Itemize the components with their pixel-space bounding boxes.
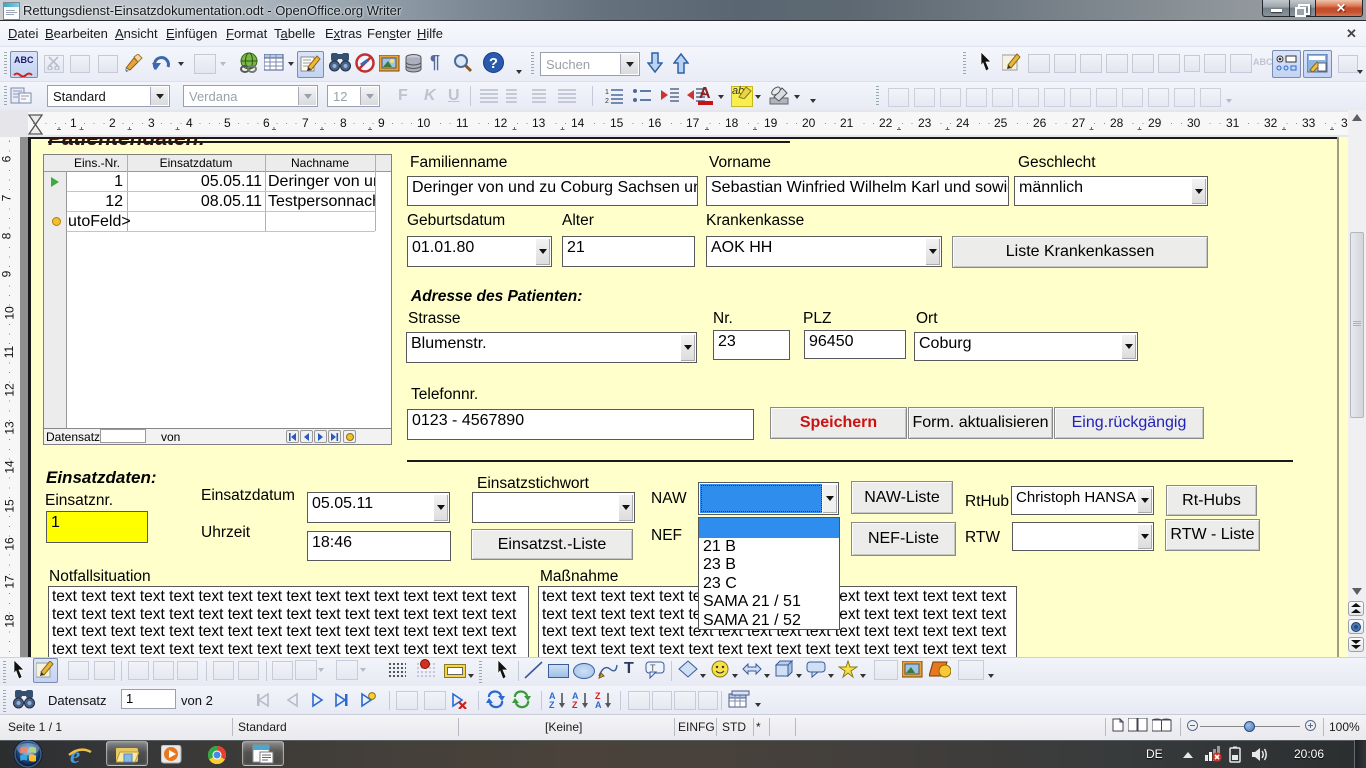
svg-text:e: e [70,745,80,765]
